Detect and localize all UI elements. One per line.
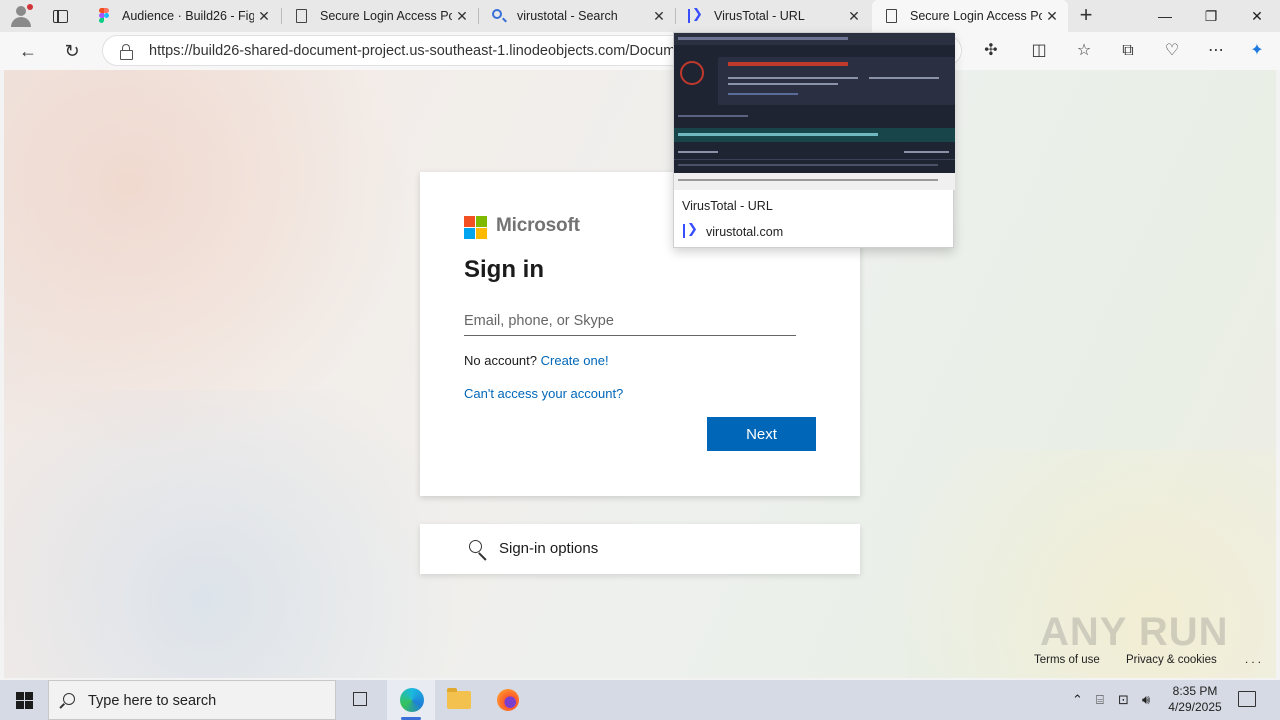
tab-preview-thumbnail	[674, 33, 955, 190]
taskbar-search-placeholder: Type here to search	[88, 693, 217, 709]
close-icon[interactable]: ✕	[844, 8, 864, 25]
no-account-text: No account? Create one!	[464, 353, 609, 368]
page-content: Microsoft Sign in No account? Create one…	[4, 70, 1276, 678]
firefox-icon[interactable]	[484, 680, 532, 720]
browser-essentials-icon[interactable]: ♡	[1161, 40, 1183, 62]
system-clock[interactable]: 8:35 PM 4/29/2025	[1160, 683, 1230, 715]
sign-in-options-button[interactable]: Sign-in options	[420, 524, 860, 574]
close-icon[interactable]: ✕	[254, 8, 274, 25]
key-search-icon	[468, 539, 490, 561]
tab-actions-icon[interactable]	[48, 6, 72, 26]
search-icon	[63, 693, 75, 705]
back-arrow-icon[interactable]: ←	[12, 36, 44, 66]
lock-icon[interactable]	[120, 44, 133, 60]
brand-name: Microsoft	[496, 215, 580, 236]
more-options-link[interactable]: . . .	[1245, 654, 1261, 666]
next-button[interactable]: Next	[707, 417, 816, 451]
url-text[interactable]: https://build26-shared-document-project.…	[149, 43, 673, 59]
sign-in-options-label: Sign-in options	[499, 540, 599, 557]
privacy-link[interactable]: Privacy & cookies	[1126, 654, 1217, 666]
browser-tab-bar: Audience · Build26 - Figma ✕ Secure Logi…	[0, 0, 1280, 32]
virustotal-icon	[683, 221, 699, 238]
file-explorer-icon[interactable]	[435, 680, 483, 720]
minimize-button[interactable]: —	[1142, 0, 1188, 32]
tab-label: VirusTotal - URL	[714, 9, 805, 23]
refresh-icon[interactable]: ↻	[56, 36, 88, 66]
tab-label: Audience · Build26 - Figma	[122, 9, 254, 23]
chevron-up-icon[interactable]: ⌃	[1072, 692, 1083, 708]
copilot-icon[interactable]: ✦	[1246, 40, 1268, 62]
create-account-link[interactable]: Create one!	[541, 353, 609, 368]
tab-figma[interactable]: Audience · Build26 - Figma ✕	[84, 0, 280, 32]
close-icon[interactable]: ✕	[1042, 8, 1062, 25]
favorites-icon[interactable]: ☆	[1073, 40, 1095, 62]
terms-link[interactable]: Terms of use	[1034, 654, 1100, 666]
tab-preview-popup[interactable]: VirusTotal - URL virustotal.com	[673, 32, 955, 248]
taskbar: Type here to search ⌃ ⌸ ⊡ 🔊︎ 8:35 PM 4/2…	[0, 680, 1280, 720]
taskbar-search-box[interactable]: Type here to search	[48, 680, 336, 720]
no-account-label: No account?	[464, 353, 537, 368]
extensions-icon[interactable]: ✣	[980, 40, 1002, 62]
document-icon	[884, 8, 900, 24]
window-close-button[interactable]: ✕	[1234, 0, 1280, 32]
split-screen-icon[interactable]: ◫	[1028, 40, 1050, 62]
clock-date: 4/29/2025	[1168, 700, 1222, 714]
tab-virustotal-search[interactable]: virustotal - Search ✕	[479, 0, 675, 32]
tab-virustotal-url[interactable]: VirusTotal - URL ✕	[676, 0, 870, 32]
close-icon[interactable]: ✕	[649, 8, 669, 25]
close-icon[interactable]: ✕	[452, 8, 472, 25]
volume-icon[interactable]: 🔊︎	[1142, 692, 1150, 708]
preview-title: VirusTotal - URL	[682, 199, 773, 213]
preview-domain: virustotal.com	[706, 225, 784, 239]
device-icon[interactable]: ⌸	[1096, 692, 1104, 708]
browser-toolbar: ← ↻ https://build26-shared-document-proj…	[0, 32, 1280, 70]
email-field[interactable]	[464, 306, 796, 336]
windows-start-icon[interactable]	[0, 680, 48, 720]
figma-icon	[96, 8, 112, 24]
notifications-icon[interactable]	[1238, 691, 1256, 707]
clock-time: 8:35 PM	[1172, 684, 1218, 698]
network-icon[interactable]: ⊡	[1118, 692, 1129, 708]
tab-label: Secure Login Access Portal	[910, 9, 1042, 23]
task-view-icon[interactable]	[336, 680, 384, 720]
search-icon	[491, 8, 507, 24]
virustotal-icon	[688, 6, 704, 24]
new-tab-button[interactable]: +	[1075, 4, 1097, 28]
edge-browser-icon[interactable]	[387, 680, 435, 720]
microsoft-logo-icon	[464, 216, 487, 239]
watermark: ANY RUN	[1040, 610, 1229, 654]
tab-label: virustotal - Search	[517, 9, 618, 23]
document-icon	[294, 8, 310, 24]
profile-avatar-icon[interactable]	[8, 4, 34, 28]
tab-secure-login-1[interactable]: Secure Login Access Portal ✕	[282, 0, 478, 32]
restore-button[interactable]: ❐	[1188, 0, 1234, 32]
tab-secure-login-active[interactable]: Secure Login Access Portal ✕	[872, 0, 1068, 32]
collections-icon[interactable]: ⧉	[1117, 40, 1139, 62]
cant-access-link[interactable]: Can't access your account?	[464, 386, 623, 401]
page-title: Sign in	[464, 256, 544, 283]
tab-label: Secure Login Access Portal	[320, 9, 452, 23]
more-menu-icon[interactable]: ⋯	[1205, 40, 1227, 62]
